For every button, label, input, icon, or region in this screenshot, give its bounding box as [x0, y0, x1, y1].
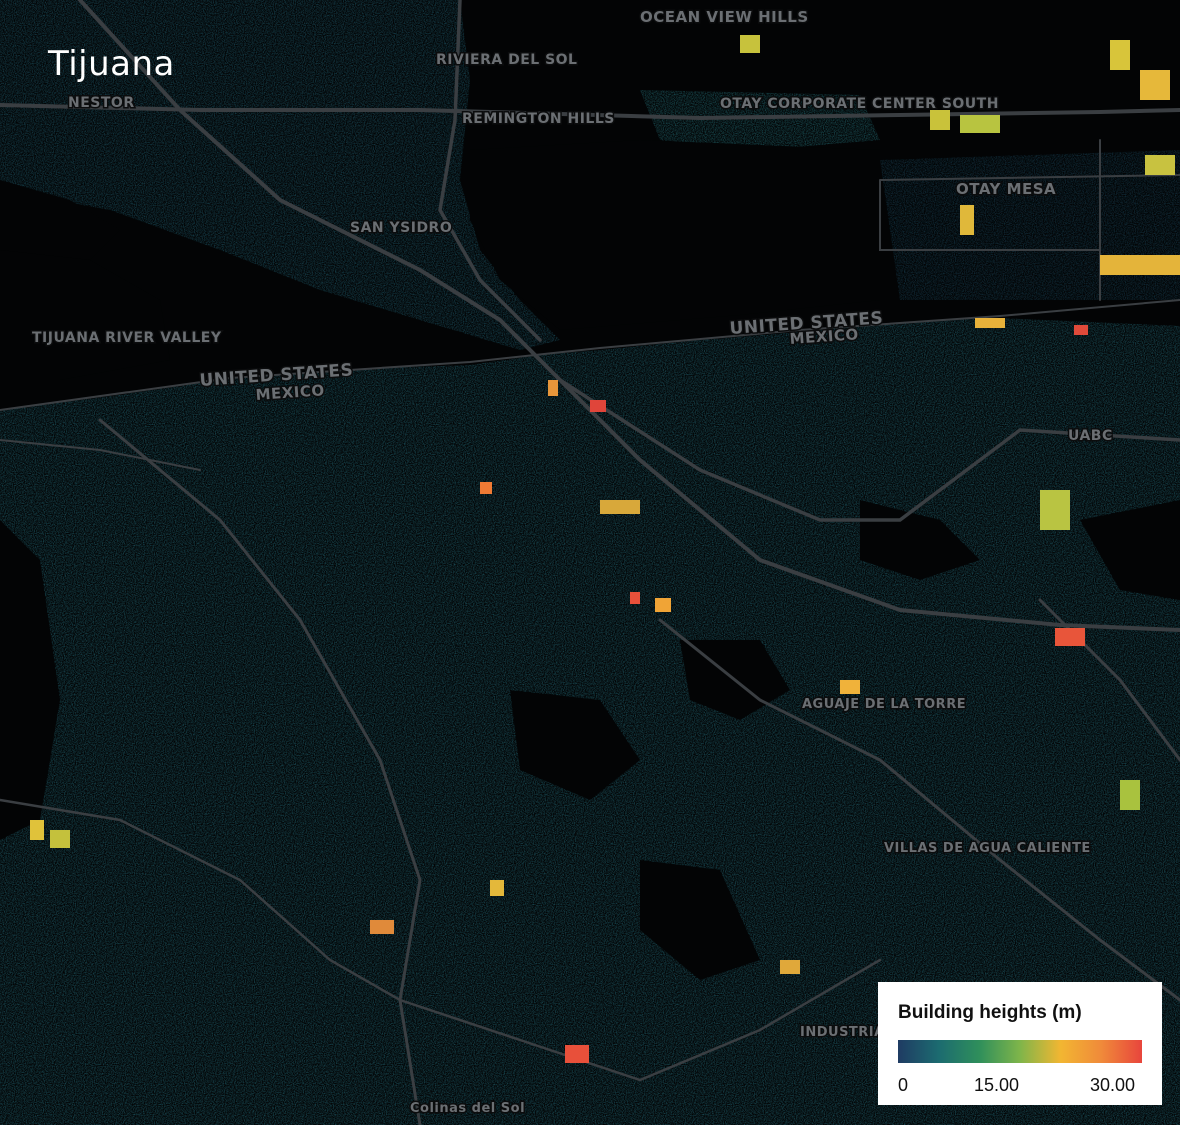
- place-label: NESTOR: [68, 95, 135, 111]
- place-label: REMINGTON HILLS: [462, 111, 615, 127]
- void-valley-north: [470, 140, 880, 330]
- building-cluster: [480, 482, 492, 494]
- building-cluster: [50, 830, 70, 848]
- building-cluster: [490, 880, 504, 896]
- place-label: Colinas del Sol: [410, 1101, 525, 1116]
- legend-tick-min: 0: [898, 1075, 909, 1095]
- building-cluster: [740, 35, 760, 53]
- building-cluster: [840, 680, 860, 694]
- legend-ticks: 0 15.00 30.00: [898, 1075, 1142, 1099]
- building-cluster: [1145, 155, 1175, 175]
- building-cluster: [548, 380, 558, 396]
- building-cluster: [1110, 40, 1130, 70]
- place-label: OCEAN VIEW HILLS: [640, 8, 809, 26]
- building-cluster: [370, 920, 394, 934]
- building-cluster: [655, 598, 671, 612]
- building-cluster: [30, 820, 44, 840]
- map-view[interactable]: OCEAN VIEW HILLS RIVIERA DEL SOL NESTOR …: [0, 0, 1180, 1125]
- building-cluster: [960, 205, 974, 235]
- place-label: TIJUANA RIVER VALLEY: [32, 330, 222, 346]
- building-cluster: [960, 115, 1000, 133]
- place-label: AGUAJE DE LA TORRE: [802, 697, 966, 712]
- building-cluster: [590, 400, 606, 412]
- city-title: Tijuana: [48, 44, 175, 84]
- building-cluster: [780, 960, 800, 974]
- legend-title: Building heights (m): [898, 1002, 1082, 1023]
- map-legend: Building heights (m) 0 15.00 30.00: [878, 982, 1162, 1105]
- building-cluster: [930, 110, 950, 130]
- building-height-map[interactable]: OCEAN VIEW HILLS RIVIERA DEL SOL NESTOR …: [0, 0, 1180, 1125]
- place-label: SAN YSIDRO: [350, 220, 452, 236]
- legend-tick-mid: 15.00: [974, 1075, 1020, 1095]
- legend-color-ramp: [898, 1040, 1142, 1063]
- building-cluster: [630, 592, 640, 604]
- place-label: OTAY CORPORATE CENTER SOUTH: [720, 96, 999, 112]
- building-cluster: [1140, 70, 1170, 100]
- building-cluster: [1100, 255, 1180, 275]
- urban-area-otay-mesa: [880, 150, 1180, 300]
- building-cluster: [1074, 325, 1088, 335]
- building-cluster: [600, 500, 640, 514]
- building-cluster: [1055, 628, 1085, 646]
- place-label: OTAY MESA: [956, 180, 1056, 198]
- building-cluster: [1120, 780, 1140, 810]
- place-label: VILLAS DE AGUA CALIENTE: [884, 841, 1091, 856]
- place-label: RIVIERA DEL SOL: [436, 52, 577, 68]
- legend-tick-max: 30.00: [1090, 1075, 1136, 1095]
- place-label: UABC: [1068, 428, 1113, 444]
- building-cluster: [565, 1045, 589, 1063]
- building-cluster: [1040, 490, 1070, 530]
- building-cluster: [975, 318, 1005, 328]
